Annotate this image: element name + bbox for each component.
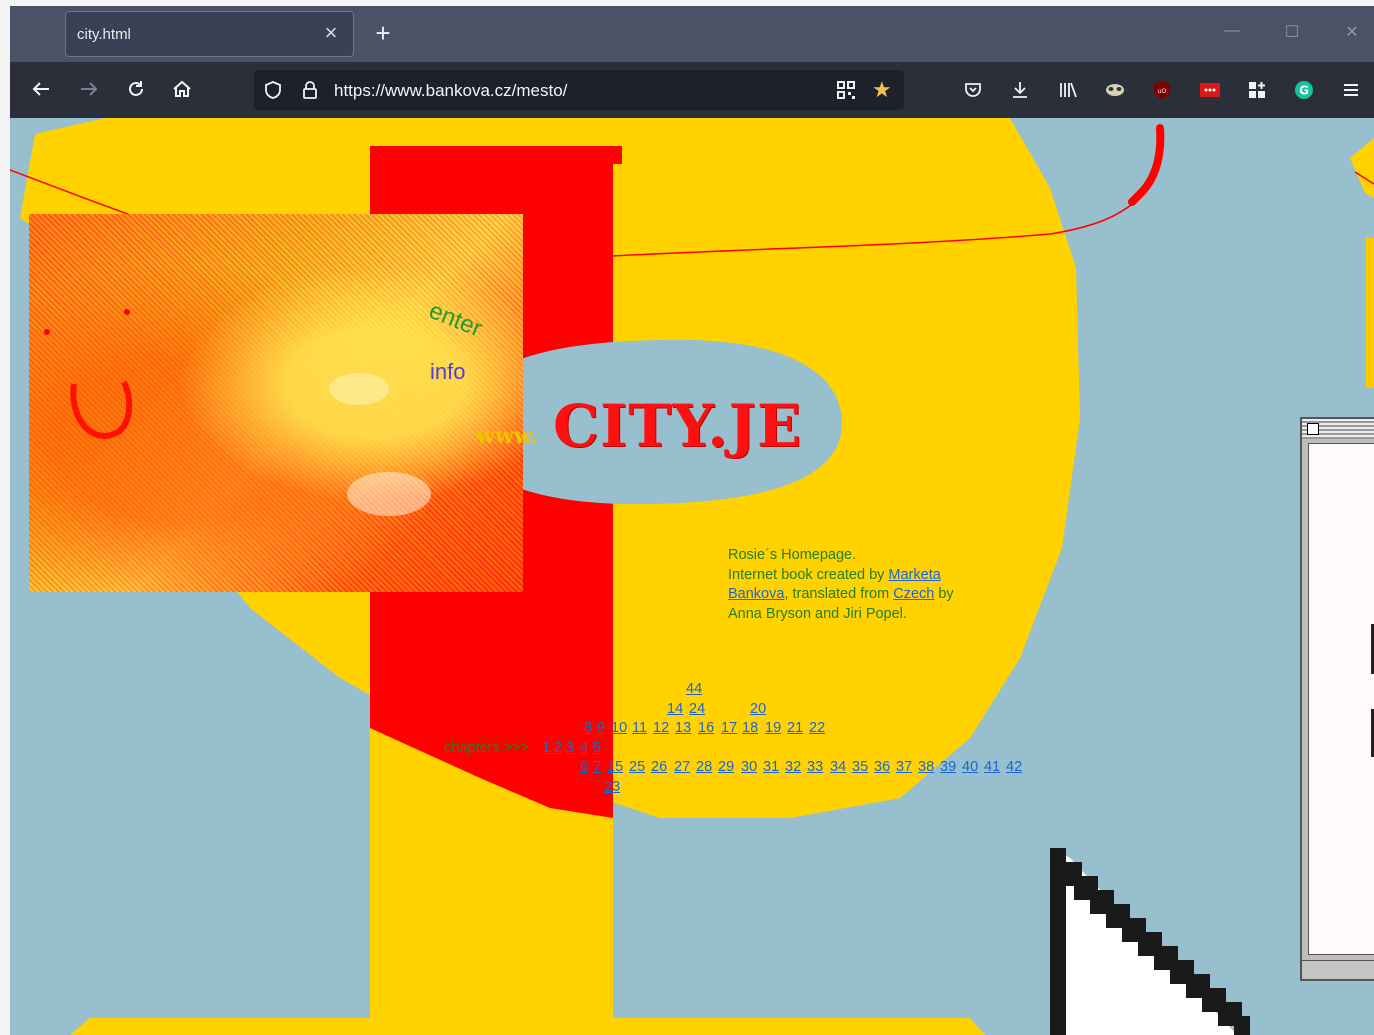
forward-icon[interactable] <box>76 78 102 102</box>
download-icon[interactable] <box>1009 80 1031 100</box>
city-je-logo: CITY.JE <box>553 392 803 460</box>
bankova-link[interactable]: Bankova <box>728 586 784 602</box>
close-window-button[interactable]: ✕ <box>1337 22 1367 42</box>
chapter-link-15[interactable]: 15 <box>607 759 623 775</box>
chapter-link-6[interactable]: 6 <box>580 759 588 775</box>
marketa-link[interactable]: Marketa <box>888 567 940 583</box>
chapter-link-10[interactable]: 10 <box>611 720 627 736</box>
chapter-link-8[interactable]: 8 <box>584 720 592 736</box>
czech-link[interactable]: Czech <box>893 586 934 602</box>
chapter-link-28[interactable]: 28 <box>696 759 712 775</box>
lock-icon[interactable] <box>301 80 319 105</box>
home-icon[interactable] <box>169 78 195 102</box>
chapter-link-38[interactable]: 38 <box>918 759 934 775</box>
minimize-button[interactable]: — <box>1217 22 1247 40</box>
ublock-icon[interactable]: uO <box>1151 80 1173 100</box>
chapter-link-29[interactable]: 29 <box>718 759 734 775</box>
info-link[interactable]: info <box>430 359 465 385</box>
browser-window: city.html × + — ☐ ✕ https://www.bankova.… <box>10 6 1374 1035</box>
chapters-label: chapters >>> <box>444 740 530 756</box>
chapter-link-13[interactable]: 13 <box>675 720 691 736</box>
qr-code-icon[interactable] <box>836 80 856 105</box>
url-text[interactable]: https://www.bankova.cz/mesto/ <box>334 81 567 101</box>
chapter-link-39[interactable]: 39 <box>940 759 956 775</box>
extension-dots-icon[interactable] <box>1199 80 1221 100</box>
library-icon[interactable] <box>1057 80 1079 100</box>
retro-window-body <box>1308 443 1374 955</box>
extension-mask-icon[interactable] <box>1104 80 1126 100</box>
site-description: Rosie´s Homepage. Internet book created … <box>728 547 954 622</box>
chapter-link-20[interactable]: 20 <box>750 701 766 717</box>
dithered-portrait-photo <box>29 214 523 592</box>
retro-window-graphic <box>1300 417 1374 981</box>
retro-window-close-icon <box>1307 423 1319 435</box>
chapter-link-23[interactable]: 23 <box>604 779 620 795</box>
chapter-link-9[interactable]: 9 <box>597 720 605 736</box>
chapter-link-22[interactable]: 22 <box>809 720 825 736</box>
tab-title: city.html <box>77 26 131 43</box>
new-tab-button[interactable]: + <box>370 20 396 46</box>
chapter-link-21[interactable]: 21 <box>787 720 803 736</box>
chapter-link-3[interactable]: 3 <box>566 740 574 756</box>
chapter-link-19[interactable]: 19 <box>765 720 781 736</box>
tab-city[interactable]: city.html × <box>65 11 354 57</box>
chapter-link-16[interactable]: 16 <box>698 720 714 736</box>
chapter-link-17[interactable]: 17 <box>721 720 737 736</box>
chapter-link-11[interactable]: 11 <box>632 720 647 736</box>
chapter-link-18[interactable]: 18 <box>742 720 758 736</box>
tab-bar: city.html × + — ☐ ✕ <box>10 6 1374 62</box>
bookmark-star-icon[interactable]: ★ <box>872 79 892 101</box>
chapter-link-25[interactable]: 25 <box>629 759 645 775</box>
yellow-base <box>70 1018 985 1035</box>
svg-text:uO: uO <box>1158 88 1167 95</box>
url-bar[interactable]: https://www.bankova.cz/mesto/ ★ <box>254 70 904 110</box>
chapter-link-35[interactable]: 35 <box>852 759 868 775</box>
back-icon[interactable] <box>28 78 54 102</box>
chapter-link-4[interactable]: 4 <box>580 740 588 756</box>
chapter-link-44[interactable]: 44 <box>686 681 702 697</box>
red-squiggle <box>1128 124 1165 206</box>
tab-close-icon[interactable]: × <box>319 21 343 45</box>
chapter-link-12[interactable]: 12 <box>653 720 669 736</box>
chapter-link-14[interactable]: 14 <box>667 701 683 717</box>
chapter-link-32[interactable]: 32 <box>785 759 801 775</box>
giant-cursor-icon <box>1050 848 1250 1035</box>
retro-window-scrollbar <box>1302 960 1374 979</box>
chapter-link-37[interactable]: 37 <box>896 759 912 775</box>
yellow-blob-edge <box>1350 138 1374 198</box>
chapter-link-31[interactable]: 31 <box>763 759 779 775</box>
chapter-link-33[interactable]: 33 <box>807 759 823 775</box>
shield-icon[interactable] <box>263 80 283 105</box>
chapter-link-36[interactable]: 36 <box>874 759 890 775</box>
menu-icon[interactable] <box>1340 80 1362 100</box>
grammarly-icon[interactable]: G <box>1293 80 1315 100</box>
homepage-title: Rosie´s Homepage. <box>728 547 857 563</box>
chapter-link-34[interactable]: 34 <box>830 759 846 775</box>
chapter-link-2[interactable]: 2 <box>554 740 562 756</box>
chapter-link-30[interactable]: 30 <box>741 759 757 775</box>
navigation-toolbar: https://www.bankova.cz/mesto/ ★ uO G <box>10 62 1374 118</box>
reload-icon[interactable] <box>123 78 149 102</box>
chapter-link-27[interactable]: 27 <box>674 759 690 775</box>
retro-window-titlebar <box>1302 419 1374 439</box>
logo-prefix: www. <box>476 423 539 449</box>
extension-grid-icon[interactable] <box>1246 80 1268 100</box>
chapter-link-24[interactable]: 24 <box>689 701 705 717</box>
chapter-link-5[interactable]: 5 <box>593 740 601 756</box>
chapter-link-26[interactable]: 26 <box>651 759 667 775</box>
svg-text:G: G <box>1299 84 1309 98</box>
maximize-button[interactable]: ☐ <box>1277 22 1307 42</box>
chapter-link-41[interactable]: 41 <box>984 759 1000 775</box>
chapter-link-42[interactable]: 42 <box>1006 759 1022 775</box>
page-content: enter info www. CITY.JE Rosie´s Homepage… <box>10 118 1374 1035</box>
chapter-link-1[interactable]: 1 <box>542 740 550 756</box>
yellow-strip-edge <box>1366 238 1374 388</box>
chapter-link-7[interactable]: 7 <box>593 759 601 775</box>
translators-text: Anna Bryson and Jiri Popel. <box>728 605 907 622</box>
pocket-icon[interactable] <box>962 80 984 100</box>
chapter-link-40[interactable]: 40 <box>962 759 978 775</box>
